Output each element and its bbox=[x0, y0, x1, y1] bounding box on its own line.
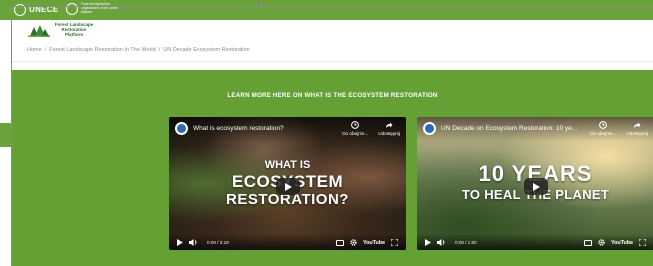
section-title: LEARN MORE HERE ON WHAT IS THE ECOSYSTEM… bbox=[227, 92, 438, 99]
watch-later-label: Do obejrze... bbox=[342, 131, 369, 136]
subtitles-icon[interactable] bbox=[335, 239, 344, 246]
video-title[interactable]: What is ecosystem restoration? bbox=[193, 125, 284, 132]
clock-icon bbox=[599, 121, 608, 129]
video-player-2[interactable]: UN Decade on Ecosystem Restoration: 10 y… bbox=[417, 117, 653, 250]
share-button[interactable]: Udostępnij bbox=[378, 121, 400, 136]
video-time: 0:00 / 3:19 bbox=[207, 240, 229, 245]
video-player-1[interactable]: What is ecosystem restoration? Do obejrz… bbox=[169, 117, 406, 250]
share-icon bbox=[385, 121, 393, 129]
breadcrumb-parent[interactable]: Forest Landscape Restoration In The Worl… bbox=[49, 47, 156, 53]
play-button[interactable] bbox=[275, 178, 300, 196]
play-icon[interactable] bbox=[177, 239, 183, 246]
play-icon[interactable] bbox=[425, 239, 431, 246]
share-icon bbox=[633, 121, 641, 129]
fao-logo[interactable]: Food and Agriculture Organization of the… bbox=[66, 2, 121, 15]
unece-logo[interactable]: UNECE bbox=[14, 3, 59, 16]
breadcrumb-separator: / bbox=[44, 47, 47, 53]
gear-icon[interactable] bbox=[350, 239, 357, 246]
player-controls: 0:00 / 3:19 YouTube bbox=[169, 234, 406, 250]
breadcrumb-home[interactable]: Home bbox=[27, 47, 42, 53]
breadcrumb-separator: / bbox=[158, 47, 161, 53]
watch-later-button[interactable]: Do obejrze... bbox=[590, 121, 616, 136]
fullscreen-icon[interactable] bbox=[639, 239, 646, 246]
clock-icon bbox=[351, 121, 360, 129]
fullscreen-icon[interactable] bbox=[391, 239, 398, 246]
overlay-text-line: WHAT IS bbox=[264, 159, 311, 171]
breadcrumb-current: UN Decade Ecosystem Restoration bbox=[163, 47, 250, 53]
watch-later-button[interactable]: Do obejrze... bbox=[342, 121, 368, 136]
channel-avatar[interactable] bbox=[423, 122, 436, 135]
fao-label: Food and Agriculture Organization of the… bbox=[81, 2, 119, 14]
subtitles-icon[interactable] bbox=[583, 239, 592, 246]
player-controls: 0:00 / 1:00 YouTube bbox=[417, 234, 653, 250]
play-icon bbox=[285, 182, 292, 191]
watch-later-label: Do obejrze... bbox=[590, 131, 617, 136]
video-time: 0:00 / 1:00 bbox=[455, 240, 477, 245]
share-label: Udostępnij bbox=[626, 131, 648, 136]
video-section: LEARN MORE HERE ON WHAT IS THE ECOSYSTEM… bbox=[12, 70, 653, 266]
window-frame-top bbox=[11, 6, 653, 7]
play-button[interactable] bbox=[523, 178, 548, 196]
side-tab[interactable] bbox=[0, 123, 11, 147]
volume-icon[interactable] bbox=[189, 239, 198, 246]
partner-logo-bar: UNECE Food and Agriculture Organization … bbox=[0, 0, 653, 20]
share-button[interactable]: Udostępnij bbox=[626, 121, 648, 136]
channel-avatar[interactable] bbox=[175, 122, 188, 135]
share-label: Udostępnij bbox=[378, 131, 400, 136]
breadcrumb: Home / Forest Landscape Restoration In The… bbox=[12, 42, 653, 62]
video-title[interactable]: UN Decade on Ecosystem Restoration: 10 y… bbox=[441, 125, 577, 132]
gear-icon[interactable] bbox=[598, 239, 605, 246]
play-icon bbox=[533, 182, 540, 191]
fao-emblem-icon bbox=[66, 3, 78, 15]
youtube-logo[interactable]: YouTube bbox=[611, 240, 633, 246]
forest-logo-icon bbox=[28, 24, 50, 37]
youtube-logo[interactable]: YouTube bbox=[363, 240, 385, 246]
volume-icon[interactable] bbox=[437, 239, 446, 246]
site-logo[interactable]: Forest Landscape Restoration Platform bbox=[28, 22, 95, 37]
brand-name: Forest Landscape Restoration Platform bbox=[54, 22, 94, 37]
site-header: Forest Landscape Restoration Platform bbox=[12, 20, 653, 43]
